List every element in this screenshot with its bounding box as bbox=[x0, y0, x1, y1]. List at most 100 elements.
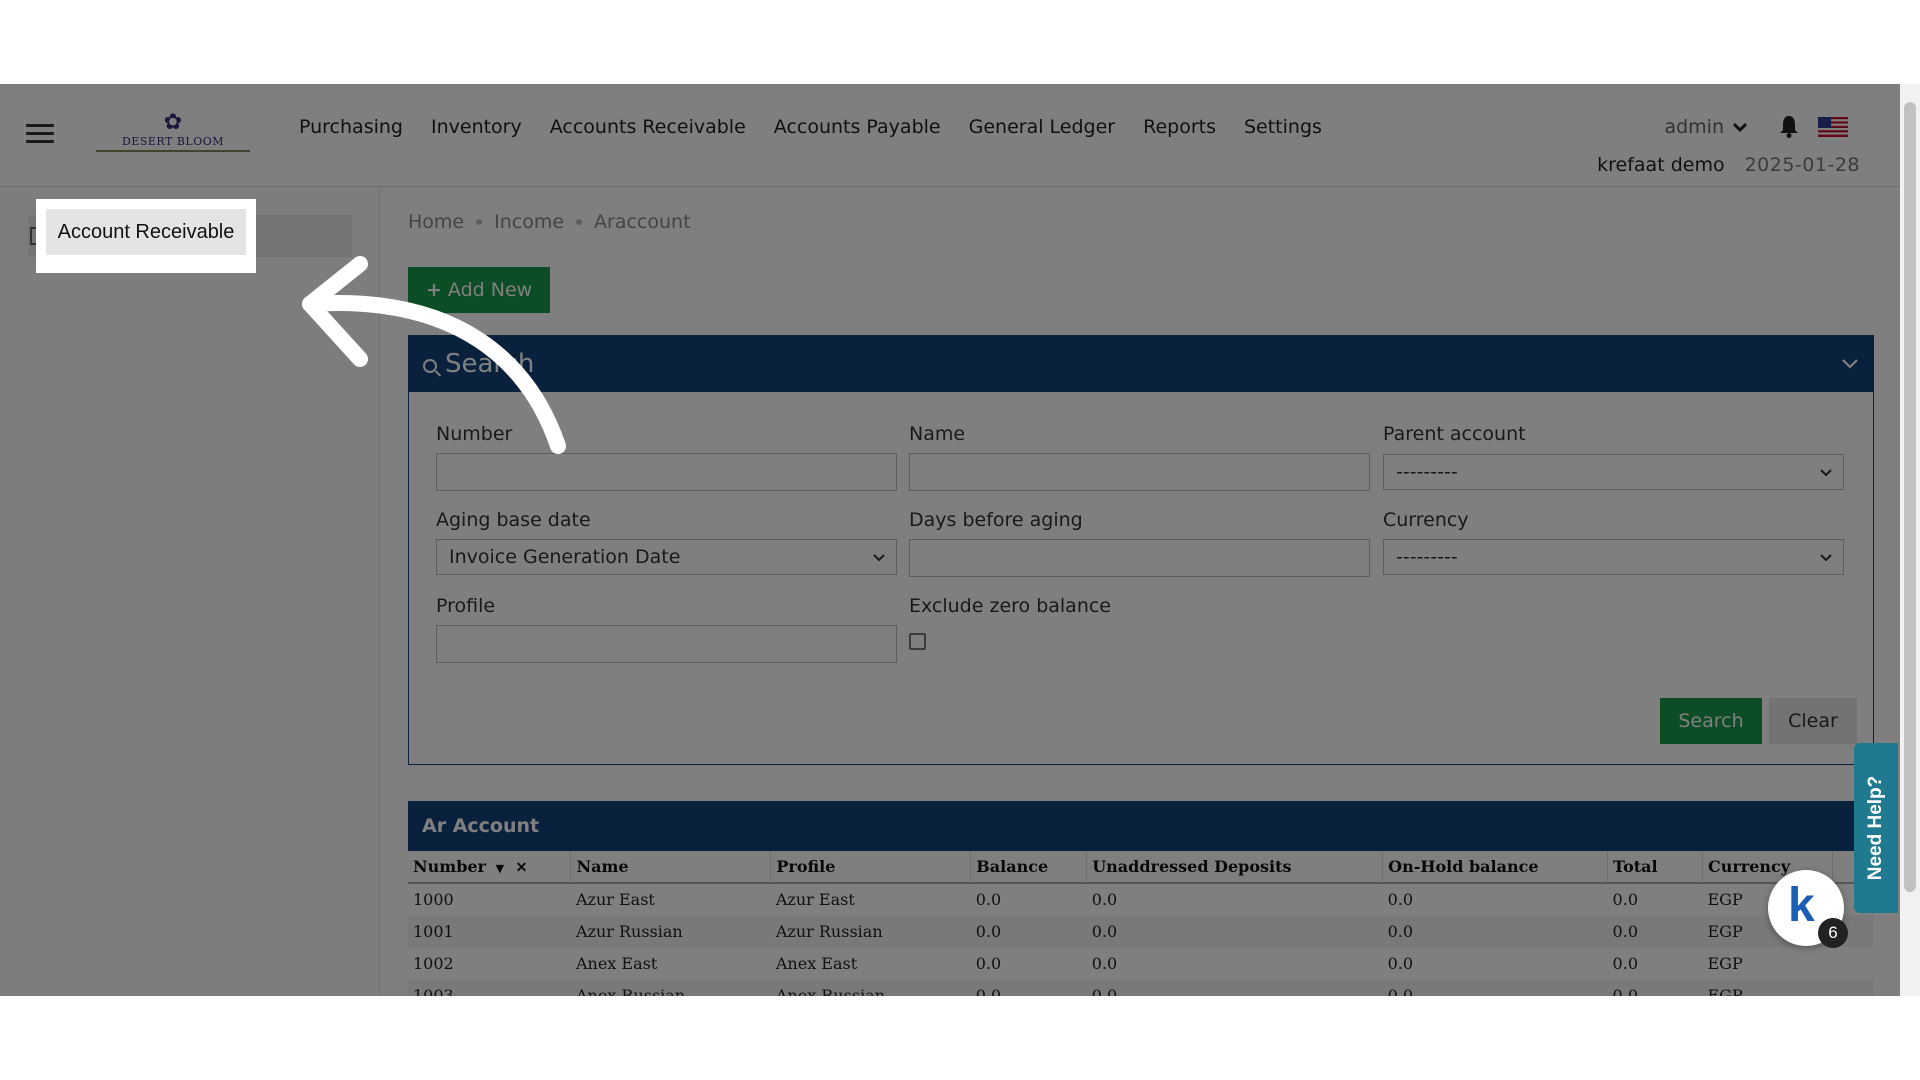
chevron-down-icon bbox=[1732, 122, 1748, 133]
table-row[interactable]: 1000 Azur East Azur East 0.0 0.0 0.0 0.0… bbox=[408, 883, 1874, 915]
cell-profile: Azur Russian bbox=[770, 915, 971, 947]
column-header-total[interactable]: Total bbox=[1607, 851, 1703, 884]
nav-general-ledger[interactable]: General Ledger bbox=[969, 116, 1115, 138]
cell-on-hold-balance: 0.0 bbox=[1387, 890, 1414, 909]
org-name: krefaat demo bbox=[1597, 154, 1725, 176]
column-header-balance[interactable]: Balance bbox=[970, 851, 1088, 884]
nav-purchasing[interactable]: Purchasing bbox=[299, 116, 403, 138]
cell-empty bbox=[1832, 979, 1874, 996]
exclude-zero-balance-label: Exclude zero balance bbox=[909, 595, 1111, 617]
cell-profile: Azur East bbox=[775, 890, 855, 909]
column-header-profile[interactable]: Profile bbox=[770, 851, 972, 884]
search-button[interactable]: Search bbox=[1660, 698, 1762, 744]
cell-balance: 0.0 bbox=[975, 890, 1002, 909]
notification-badge: 6 bbox=[1818, 918, 1848, 948]
add-new-button[interactable]: + Add New bbox=[408, 267, 551, 313]
main-nav: Purchasing Inventory Accounts Receivable… bbox=[299, 116, 1322, 138]
column-header-on-hold-balance[interactable]: On-Hold balance bbox=[1382, 851, 1609, 884]
search-panel-header[interactable]: Search bbox=[409, 336, 1873, 392]
column-header-number[interactable]: Number ▼ ✕ bbox=[408, 851, 572, 884]
parent-account-value: --------- bbox=[1396, 461, 1458, 483]
breadcrumb-separator bbox=[576, 219, 583, 225]
number-label: Number bbox=[436, 423, 513, 445]
chevron-down-icon bbox=[1820, 554, 1832, 562]
currency-label: Currency bbox=[1383, 509, 1469, 531]
ar-account-table: Number ▼ ✕ Name Profile Balance Unaddres… bbox=[408, 851, 1875, 996]
cell-currency: EGP bbox=[1702, 979, 1833, 996]
cell-currency: EGP bbox=[1707, 953, 1743, 973]
cell-balance: 0.0 bbox=[975, 953, 1002, 973]
username: admin bbox=[1664, 116, 1724, 138]
cell-name: Anex Russian bbox=[570, 979, 771, 996]
cell-profile: Anex Russian bbox=[770, 979, 971, 996]
need-help-tab[interactable]: Need Help? bbox=[1854, 743, 1898, 913]
profile-label: Profile bbox=[436, 595, 496, 617]
table-row[interactable]: 1002 Anex East Anex East 0.0 0.0 0.0 0.0… bbox=[408, 947, 1874, 979]
nav-accounts-receivable[interactable]: Accounts Receivable bbox=[550, 116, 746, 138]
chevron-down-icon bbox=[873, 554, 885, 562]
cell-balance: 0.0 bbox=[970, 915, 1087, 947]
cell-total: 0.0 bbox=[1607, 915, 1703, 947]
cell-on-hold-balance: 0.0 bbox=[1387, 953, 1414, 973]
chevron-down-icon bbox=[1820, 469, 1832, 477]
flower-logo-icon: ✿ bbox=[163, 110, 183, 135]
bell-icon[interactable] bbox=[1778, 114, 1800, 138]
table-header-row: Number ▼ ✕ Name Profile Balance Unaddres… bbox=[408, 851, 1875, 884]
cell-total: 0.0 bbox=[1607, 979, 1703, 996]
cell-number: 1001 bbox=[408, 915, 571, 947]
cell-total: 0.0 bbox=[1612, 953, 1638, 973]
cell-number: 1002 bbox=[413, 953, 454, 973]
search-icon bbox=[423, 359, 437, 373]
aging-base-date-select[interactable]: Invoice Generation Date bbox=[436, 539, 897, 575]
breadcrumb-income[interactable]: Income bbox=[494, 211, 564, 233]
vertical-scrollbar[interactable] bbox=[1900, 84, 1920, 996]
cell-name: Azur East bbox=[575, 890, 655, 909]
exclude-zero-balance-checkbox[interactable] bbox=[909, 633, 926, 650]
table-row[interactable]: 1001 Azur Russian Azur Russian 0.0 0.0 0… bbox=[408, 915, 1874, 947]
company-logo[interactable]: ✿ DESERT BLOOM bbox=[96, 112, 250, 152]
currency-select[interactable]: --------- bbox=[1383, 539, 1844, 575]
days-before-aging-input[interactable] bbox=[909, 539, 1370, 577]
name-input[interactable] bbox=[909, 453, 1370, 491]
nav-reports[interactable]: Reports bbox=[1143, 116, 1216, 138]
cell-number: 1003 bbox=[408, 979, 571, 996]
parent-account-select[interactable]: --------- bbox=[1383, 454, 1844, 490]
us-flag-icon[interactable] bbox=[1818, 117, 1848, 137]
nav-settings[interactable]: Settings bbox=[1244, 116, 1322, 138]
table-row[interactable]: 1003 Anex Russian Anex Russian 0.0 0.0 0… bbox=[408, 979, 1874, 996]
hamburger-menu-icon[interactable] bbox=[26, 124, 54, 144]
org-line: krefaat demo 2025-01-28 bbox=[1597, 154, 1860, 176]
cell-number: 1000 bbox=[413, 890, 454, 909]
top-navbar: ✿ DESERT BLOOM Purchasing Inventory Acco… bbox=[0, 84, 1900, 187]
account-receivable-menu-item[interactable]: Account Receivable bbox=[46, 209, 246, 255]
breadcrumb-separator bbox=[476, 219, 483, 225]
column-header-unaddressed-deposits[interactable]: Unaddressed Deposits bbox=[1086, 851, 1384, 884]
assistant-widget[interactable]: k 6 bbox=[1768, 870, 1848, 948]
number-input[interactable] bbox=[436, 453, 897, 491]
logo-text: DESERT BLOOM bbox=[121, 135, 225, 148]
name-label: Name bbox=[909, 423, 966, 445]
currency-value: --------- bbox=[1396, 546, 1458, 568]
user-menu[interactable]: admin bbox=[1664, 116, 1748, 138]
breadcrumb: Home Income Araccount bbox=[408, 211, 691, 233]
app-screen: ✿ DESERT BLOOM Purchasing Inventory Acco… bbox=[0, 84, 1920, 996]
clear-button[interactable]: Clear bbox=[1769, 698, 1857, 744]
clear-sort-icon[interactable]: ✕ bbox=[516, 860, 528, 876]
ar-account-table-panel: Ar Account Number ▼ ✕ Name Profile Balan… bbox=[408, 801, 1875, 996]
cell-unaddressed-deposits: 0.0 bbox=[1086, 979, 1383, 996]
nav-accounts-payable[interactable]: Accounts Payable bbox=[774, 116, 941, 138]
cell-on-hold-balance: 0.0 bbox=[1382, 979, 1608, 996]
column-header-name[interactable]: Name bbox=[570, 851, 772, 884]
scrollbar-thumb[interactable] bbox=[1904, 102, 1916, 892]
assistant-logo-icon: k bbox=[1788, 879, 1815, 932]
cell-profile: Anex East bbox=[775, 953, 858, 973]
sort-desc-icon: ▼ bbox=[495, 862, 505, 875]
profile-input[interactable] bbox=[436, 625, 897, 663]
nav-inventory[interactable]: Inventory bbox=[431, 116, 522, 138]
breadcrumb-home[interactable]: Home bbox=[408, 211, 464, 233]
chevron-down-icon[interactable] bbox=[1841, 354, 1859, 372]
tutorial-highlight: Account Receivable bbox=[36, 199, 256, 273]
org-date: 2025-01-28 bbox=[1744, 154, 1860, 176]
cell-unaddressed-deposits: 0.0 bbox=[1091, 953, 1118, 973]
main-content: Home Income Araccount + Add New Search N… bbox=[380, 187, 1900, 996]
